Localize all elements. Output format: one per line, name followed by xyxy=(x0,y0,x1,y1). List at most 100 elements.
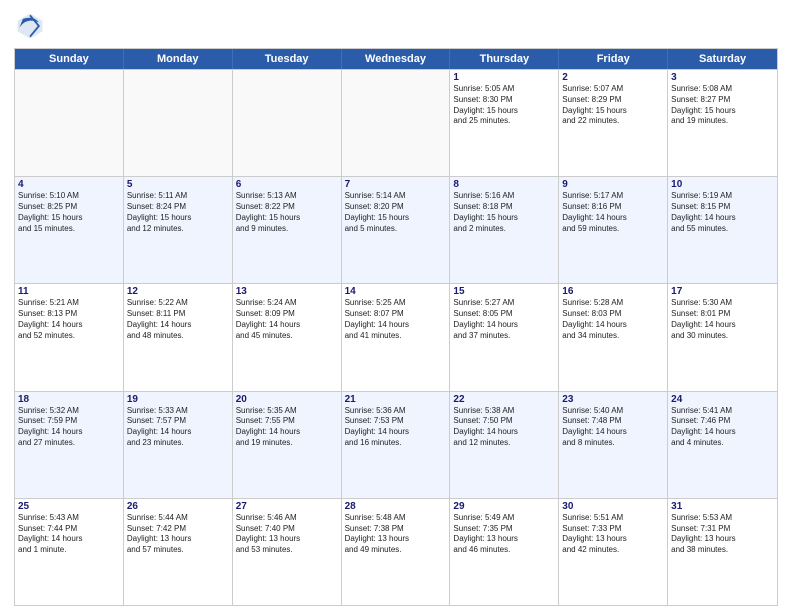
day-number: 2 xyxy=(562,72,664,83)
day-info: Sunrise: 5:49 AM Sunset: 7:35 PM Dayligh… xyxy=(453,513,555,556)
weekday-header-tuesday: Tuesday xyxy=(233,49,342,69)
day-cell-21: 21Sunrise: 5:36 AM Sunset: 7:53 PM Dayli… xyxy=(342,392,451,498)
calendar-row-3: 18Sunrise: 5:32 AM Sunset: 7:59 PM Dayli… xyxy=(15,391,777,498)
day-info: Sunrise: 5:10 AM Sunset: 8:25 PM Dayligh… xyxy=(18,191,120,234)
day-cell-7: 7Sunrise: 5:14 AM Sunset: 8:20 PM Daylig… xyxy=(342,177,451,283)
day-info: Sunrise: 5:19 AM Sunset: 8:15 PM Dayligh… xyxy=(671,191,774,234)
weekday-header-thursday: Thursday xyxy=(450,49,559,69)
day-number: 18 xyxy=(18,394,120,405)
empty-cell xyxy=(233,70,342,176)
day-number: 29 xyxy=(453,501,555,512)
page: SundayMondayTuesdayWednesdayThursdayFrid… xyxy=(0,0,792,612)
day-cell-11: 11Sunrise: 5:21 AM Sunset: 8:13 PM Dayli… xyxy=(15,284,124,390)
day-info: Sunrise: 5:46 AM Sunset: 7:40 PM Dayligh… xyxy=(236,513,338,556)
day-number: 6 xyxy=(236,179,338,190)
day-number: 27 xyxy=(236,501,338,512)
day-cell-19: 19Sunrise: 5:33 AM Sunset: 7:57 PM Dayli… xyxy=(124,392,233,498)
day-number: 16 xyxy=(562,286,664,297)
day-cell-28: 28Sunrise: 5:48 AM Sunset: 7:38 PM Dayli… xyxy=(342,499,451,605)
day-number: 31 xyxy=(671,501,774,512)
day-info: Sunrise: 5:11 AM Sunset: 8:24 PM Dayligh… xyxy=(127,191,229,234)
day-number: 3 xyxy=(671,72,774,83)
day-info: Sunrise: 5:14 AM Sunset: 8:20 PM Dayligh… xyxy=(345,191,447,234)
day-number: 21 xyxy=(345,394,447,405)
day-cell-8: 8Sunrise: 5:16 AM Sunset: 8:18 PM Daylig… xyxy=(450,177,559,283)
calendar: SundayMondayTuesdayWednesdayThursdayFrid… xyxy=(14,48,778,606)
day-cell-14: 14Sunrise: 5:25 AM Sunset: 8:07 PM Dayli… xyxy=(342,284,451,390)
day-cell-26: 26Sunrise: 5:44 AM Sunset: 7:42 PM Dayli… xyxy=(124,499,233,605)
weekday-header-saturday: Saturday xyxy=(668,49,777,69)
day-info: Sunrise: 5:44 AM Sunset: 7:42 PM Dayligh… xyxy=(127,513,229,556)
day-number: 15 xyxy=(453,286,555,297)
day-info: Sunrise: 5:21 AM Sunset: 8:13 PM Dayligh… xyxy=(18,298,120,341)
day-number: 19 xyxy=(127,394,229,405)
day-cell-12: 12Sunrise: 5:22 AM Sunset: 8:11 PM Dayli… xyxy=(124,284,233,390)
day-number: 20 xyxy=(236,394,338,405)
day-number: 14 xyxy=(345,286,447,297)
day-info: Sunrise: 5:41 AM Sunset: 7:46 PM Dayligh… xyxy=(671,406,774,449)
day-cell-23: 23Sunrise: 5:40 AM Sunset: 7:48 PM Dayli… xyxy=(559,392,668,498)
day-info: Sunrise: 5:43 AM Sunset: 7:44 PM Dayligh… xyxy=(18,513,120,556)
day-cell-17: 17Sunrise: 5:30 AM Sunset: 8:01 PM Dayli… xyxy=(668,284,777,390)
day-cell-6: 6Sunrise: 5:13 AM Sunset: 8:22 PM Daylig… xyxy=(233,177,342,283)
calendar-row-4: 25Sunrise: 5:43 AM Sunset: 7:44 PM Dayli… xyxy=(15,498,777,605)
day-info: Sunrise: 5:07 AM Sunset: 8:29 PM Dayligh… xyxy=(562,84,664,127)
day-info: Sunrise: 5:32 AM Sunset: 7:59 PM Dayligh… xyxy=(18,406,120,449)
day-info: Sunrise: 5:51 AM Sunset: 7:33 PM Dayligh… xyxy=(562,513,664,556)
empty-cell xyxy=(15,70,124,176)
day-info: Sunrise: 5:13 AM Sunset: 8:22 PM Dayligh… xyxy=(236,191,338,234)
day-info: Sunrise: 5:40 AM Sunset: 7:48 PM Dayligh… xyxy=(562,406,664,449)
weekday-header-sunday: Sunday xyxy=(15,49,124,69)
day-number: 26 xyxy=(127,501,229,512)
day-info: Sunrise: 5:16 AM Sunset: 8:18 PM Dayligh… xyxy=(453,191,555,234)
day-cell-20: 20Sunrise: 5:35 AM Sunset: 7:55 PM Dayli… xyxy=(233,392,342,498)
day-number: 1 xyxy=(453,72,555,83)
day-number: 22 xyxy=(453,394,555,405)
day-number: 5 xyxy=(127,179,229,190)
calendar-header: SundayMondayTuesdayWednesdayThursdayFrid… xyxy=(15,49,777,69)
day-info: Sunrise: 5:17 AM Sunset: 8:16 PM Dayligh… xyxy=(562,191,664,234)
day-number: 30 xyxy=(562,501,664,512)
day-cell-2: 2Sunrise: 5:07 AM Sunset: 8:29 PM Daylig… xyxy=(559,70,668,176)
calendar-row-2: 11Sunrise: 5:21 AM Sunset: 8:13 PM Dayli… xyxy=(15,283,777,390)
logo xyxy=(14,10,50,42)
weekday-header-friday: Friday xyxy=(559,49,668,69)
day-number: 25 xyxy=(18,501,120,512)
day-info: Sunrise: 5:33 AM Sunset: 7:57 PM Dayligh… xyxy=(127,406,229,449)
calendar-row-1: 4Sunrise: 5:10 AM Sunset: 8:25 PM Daylig… xyxy=(15,176,777,283)
day-cell-9: 9Sunrise: 5:17 AM Sunset: 8:16 PM Daylig… xyxy=(559,177,668,283)
day-cell-29: 29Sunrise: 5:49 AM Sunset: 7:35 PM Dayli… xyxy=(450,499,559,605)
day-info: Sunrise: 5:53 AM Sunset: 7:31 PM Dayligh… xyxy=(671,513,774,556)
day-cell-18: 18Sunrise: 5:32 AM Sunset: 7:59 PM Dayli… xyxy=(15,392,124,498)
day-info: Sunrise: 5:24 AM Sunset: 8:09 PM Dayligh… xyxy=(236,298,338,341)
day-cell-13: 13Sunrise: 5:24 AM Sunset: 8:09 PM Dayli… xyxy=(233,284,342,390)
empty-cell xyxy=(124,70,233,176)
day-number: 10 xyxy=(671,179,774,190)
day-info: Sunrise: 5:25 AM Sunset: 8:07 PM Dayligh… xyxy=(345,298,447,341)
day-number: 7 xyxy=(345,179,447,190)
day-number: 4 xyxy=(18,179,120,190)
day-info: Sunrise: 5:28 AM Sunset: 8:03 PM Dayligh… xyxy=(562,298,664,341)
day-info: Sunrise: 5:05 AM Sunset: 8:30 PM Dayligh… xyxy=(453,84,555,127)
weekday-header-monday: Monday xyxy=(124,49,233,69)
day-info: Sunrise: 5:30 AM Sunset: 8:01 PM Dayligh… xyxy=(671,298,774,341)
weekday-header-wednesday: Wednesday xyxy=(342,49,451,69)
day-cell-5: 5Sunrise: 5:11 AM Sunset: 8:24 PM Daylig… xyxy=(124,177,233,283)
day-number: 17 xyxy=(671,286,774,297)
empty-cell xyxy=(342,70,451,176)
day-number: 28 xyxy=(345,501,447,512)
day-info: Sunrise: 5:36 AM Sunset: 7:53 PM Dayligh… xyxy=(345,406,447,449)
logo-icon xyxy=(14,10,46,42)
day-cell-1: 1Sunrise: 5:05 AM Sunset: 8:30 PM Daylig… xyxy=(450,70,559,176)
day-cell-15: 15Sunrise: 5:27 AM Sunset: 8:05 PM Dayli… xyxy=(450,284,559,390)
day-info: Sunrise: 5:35 AM Sunset: 7:55 PM Dayligh… xyxy=(236,406,338,449)
day-info: Sunrise: 5:08 AM Sunset: 8:27 PM Dayligh… xyxy=(671,84,774,127)
day-number: 9 xyxy=(562,179,664,190)
calendar-row-0: 1Sunrise: 5:05 AM Sunset: 8:30 PM Daylig… xyxy=(15,69,777,176)
day-cell-22: 22Sunrise: 5:38 AM Sunset: 7:50 PM Dayli… xyxy=(450,392,559,498)
day-number: 11 xyxy=(18,286,120,297)
day-number: 8 xyxy=(453,179,555,190)
day-cell-25: 25Sunrise: 5:43 AM Sunset: 7:44 PM Dayli… xyxy=(15,499,124,605)
day-cell-31: 31Sunrise: 5:53 AM Sunset: 7:31 PM Dayli… xyxy=(668,499,777,605)
day-number: 23 xyxy=(562,394,664,405)
